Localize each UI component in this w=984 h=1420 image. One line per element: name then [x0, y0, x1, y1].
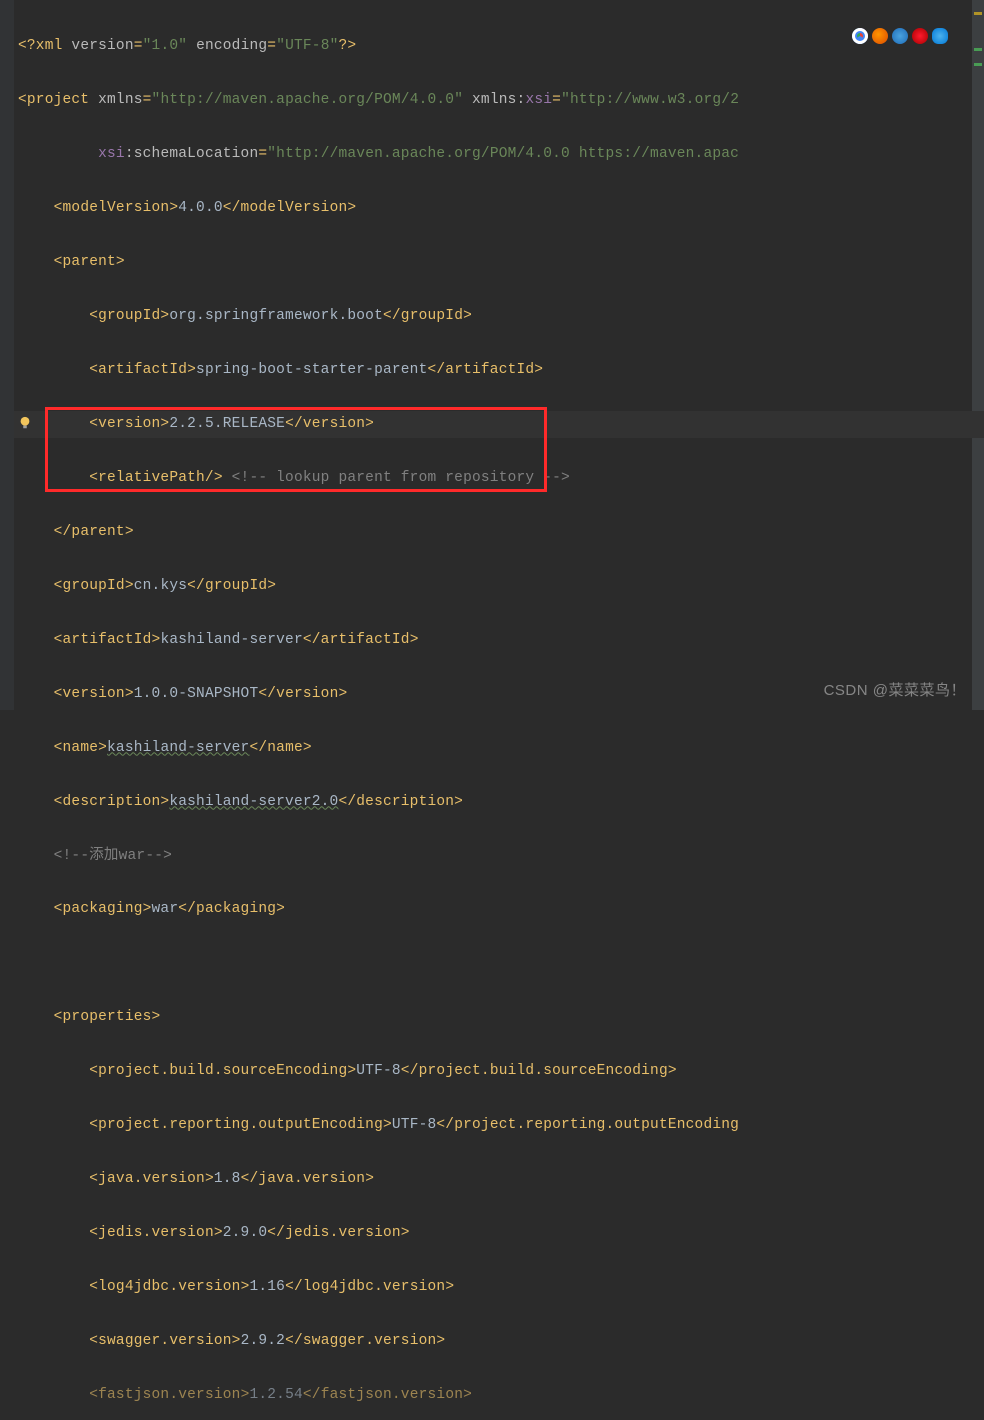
code-line[interactable]: <fastjson.version>1.2.54</fastjson.versi… — [18, 1382, 984, 1409]
safari-icon[interactable] — [892, 28, 908, 44]
code-line[interactable]: <name>kashiland-server</name> — [18, 735, 984, 762]
code-line[interactable]: <groupId>org.springframework.boot</group… — [18, 303, 984, 330]
code-line[interactable] — [18, 950, 984, 977]
code-line[interactable]: <jedis.version>2.9.0</jedis.version> — [18, 1220, 984, 1247]
code-line[interactable]: <artifactId>spring-boot-starter-parent</… — [18, 357, 984, 384]
code-line[interactable]: <!--添加war--> — [18, 843, 984, 870]
code-line[interactable]: <relativePath/> <!-- lookup parent from … — [18, 465, 984, 492]
code-line[interactable]: <description>kashiland-server2.0</descri… — [18, 789, 984, 816]
browser-preview-icons[interactable] — [852, 28, 948, 44]
firefox-icon[interactable] — [872, 28, 888, 44]
code-line[interactable]: <java.version>1.8</java.version> — [18, 1166, 984, 1193]
opera-icon[interactable] — [912, 28, 928, 44]
ie-icon[interactable] — [932, 28, 948, 44]
code-line[interactable]: <log4jdbc.version>1.16</log4jdbc.version… — [18, 1274, 984, 1301]
code-line[interactable]: <artifactId>kashiland-server</artifactId… — [18, 627, 984, 654]
code-line[interactable]: <project.reporting.outputEncoding>UTF-8<… — [18, 1112, 984, 1139]
code-line[interactable]: xsi:schemaLocation="http://maven.apache.… — [18, 141, 984, 168]
intention-bulb-icon[interactable] — [18, 416, 32, 430]
code-editor[interactable]: <?xml version="1.0" encoding="UTF-8"?> <… — [0, 0, 984, 1420]
code-line[interactable]: <properties> — [18, 1004, 984, 1031]
code-line[interactable]: </parent> — [18, 519, 984, 546]
code-line[interactable]: <?xml version="1.0" encoding="UTF-8"?> — [18, 33, 984, 60]
code-line[interactable]: <project xmlns="http://maven.apache.org/… — [18, 87, 984, 114]
code-line[interactable]: <parent> — [18, 249, 984, 276]
code-line[interactable]: <modelVersion>4.0.0</modelVersion> — [18, 195, 984, 222]
code-line[interactable]: <packaging>war</packaging> — [18, 896, 984, 923]
watermark-text: CSDN @菜菜菜鸟！ — [824, 679, 966, 700]
code-line[interactable]: <groupId>cn.kys</groupId> — [18, 573, 984, 600]
chrome-icon[interactable] — [852, 28, 868, 44]
code-line[interactable]: <version>2.2.5.RELEASE</version> — [18, 411, 984, 438]
code-line[interactable]: <swagger.version>2.9.2</swagger.version> — [18, 1328, 984, 1355]
code-line[interactable]: <project.build.sourceEncoding>UTF-8</pro… — [18, 1058, 984, 1085]
